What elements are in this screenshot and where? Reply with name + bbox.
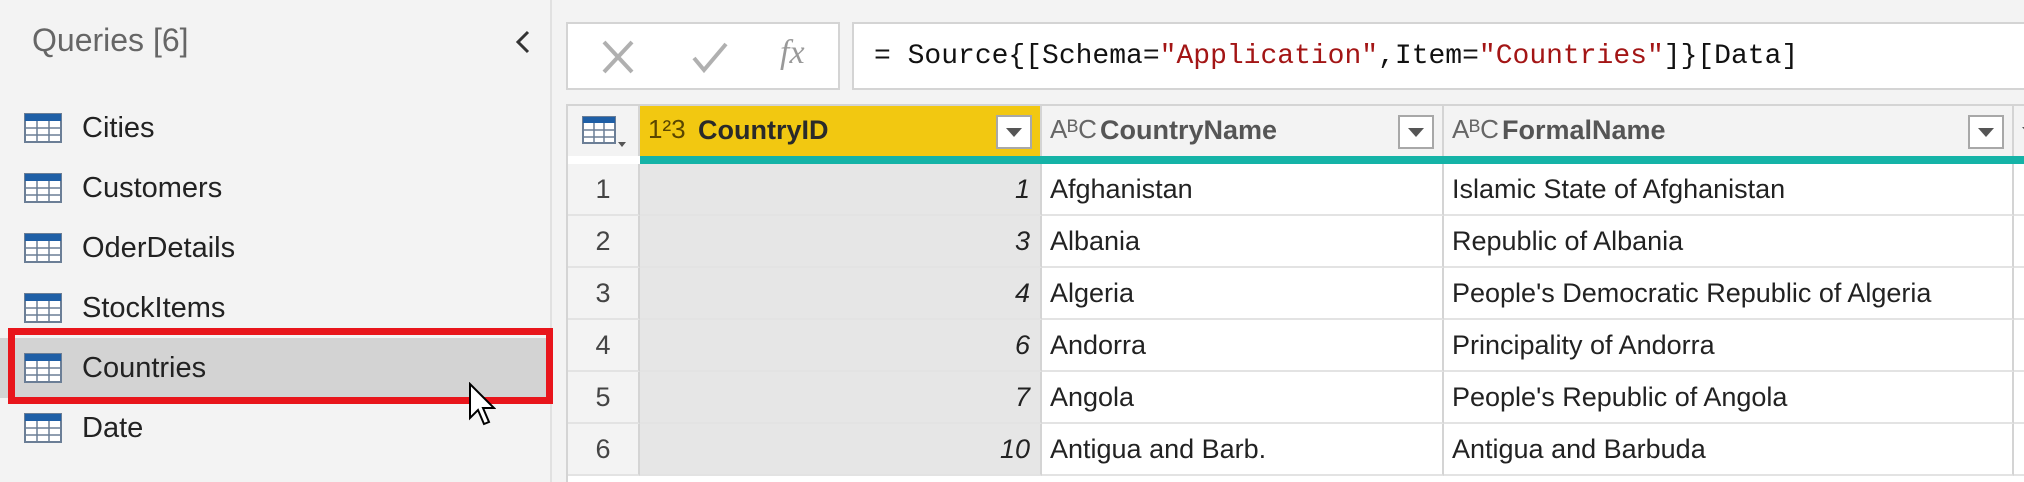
row-number[interactable]: 1 <box>568 164 640 216</box>
cell-formalname[interactable]: Principality of Andorra <box>1444 320 2014 372</box>
column-header-formalname[interactable]: AᴮC FormalName <box>1444 106 2014 156</box>
cell-next[interactable] <box>2014 372 2024 424</box>
cell-next[interactable] <box>2014 216 2024 268</box>
formula-suffix: ]}[Data] <box>1663 41 1799 72</box>
queries-title: Queries [6] <box>32 22 189 58</box>
cell-formalname[interactable]: Islamic State of Afghanistan <box>1444 164 2014 216</box>
column-header-next[interactable] <box>2014 106 2024 156</box>
cell-countryid[interactable]: 4 <box>640 268 1042 320</box>
cell-formalname[interactable]: People's Republic of Angola <box>1444 372 2014 424</box>
data-grid: 1²3 CountryID AᴮC CountryName AᴮC Formal… <box>566 104 2024 482</box>
query-item-oderdetails[interactable]: OderDetails <box>0 218 552 278</box>
column-quality-bar <box>640 156 2024 164</box>
formula-prefix: = Source{[Schema= <box>874 41 1160 72</box>
cell-countryid[interactable]: 6 <box>640 320 1042 372</box>
chevron-down-icon <box>2022 127 2024 130</box>
cell-formalname[interactable]: Republic of Albania <box>1444 216 2014 268</box>
cell-countryid[interactable]: 1 <box>640 164 1042 216</box>
query-label: OderDetails <box>82 231 236 264</box>
cell-next[interactable] <box>2014 268 2024 320</box>
power-query-editor: Queries [6] Cities Customers OderDetails… <box>0 0 2024 482</box>
filter-dropdown-button[interactable] <box>996 115 1032 149</box>
cell-countryname[interactable]: Angola <box>1042 372 1444 424</box>
cell-countryname[interactable]: Antigua and Barb. <box>1042 424 1444 476</box>
query-item-cities[interactable]: Cities <box>0 98 552 158</box>
table-menu-icon <box>582 116 626 147</box>
cell-countryname[interactable]: Albania <box>1042 216 1444 268</box>
formula-mid: ,Item= <box>1378 41 1479 72</box>
cell-formalname[interactable]: People's Democratic Republic of Algeria <box>1444 268 2014 320</box>
chevron-down-icon <box>1408 128 1424 137</box>
row-number[interactable]: 2 <box>568 216 640 268</box>
cell-countryid[interactable]: 7 <box>640 372 1042 424</box>
table-menu-button[interactable] <box>568 106 640 156</box>
column-name: CountryID <box>698 115 829 145</box>
row-number[interactable]: 6 <box>568 424 640 476</box>
cell-countryname[interactable]: Algeria <box>1042 268 1444 320</box>
cell-countryname[interactable]: Afghanistan <box>1042 164 1444 216</box>
text-type-icon[interactable]: AᴮC <box>1452 114 1499 145</box>
column-name: FormalName <box>1502 115 1666 145</box>
cell-countryname[interactable]: Andorra <box>1042 320 1444 372</box>
table-icon <box>24 173 62 203</box>
table-icon <box>24 293 62 323</box>
row-number[interactable]: 5 <box>568 372 640 424</box>
queries-pane: Queries [6] Cities Customers OderDetails… <box>0 0 553 482</box>
chevron-down-icon <box>1006 128 1022 137</box>
column-header-countryname[interactable]: AᴮC CountryName <box>1042 106 1444 156</box>
row-number[interactable]: 4 <box>568 320 640 372</box>
formula-input[interactable]: = Source{[Schema="Application",Item="Cou… <box>852 22 2024 90</box>
query-item-customers[interactable]: Customers <box>0 158 552 218</box>
check-icon[interactable] <box>690 40 730 76</box>
cell-countryid[interactable]: 3 <box>640 216 1042 268</box>
cell-next[interactable] <box>2014 164 2024 216</box>
formula-buttons: fx <box>566 22 840 90</box>
cell-formalname[interactable]: Antigua and Barbuda <box>1444 424 2014 476</box>
collapse-pane-icon[interactable] <box>508 26 540 58</box>
table-icon <box>24 113 62 143</box>
column-name: CountryName <box>1100 115 1278 145</box>
text-type-icon[interactable]: AᴮC <box>1050 114 1097 145</box>
formula-schema: "Application" <box>1159 41 1379 72</box>
chevron-down-icon <box>1978 128 1994 137</box>
query-label: StockItems <box>82 291 226 324</box>
table-icon <box>24 413 62 443</box>
cell-next[interactable] <box>2014 424 2024 476</box>
formula-item: "Countries" <box>1478 41 1664 72</box>
fx-icon[interactable]: fx <box>780 34 805 72</box>
cell-countryid[interactable]: 10 <box>640 424 1042 476</box>
query-label: Date <box>82 411 144 444</box>
column-header-countryid[interactable]: 1²3 CountryID <box>640 106 1042 156</box>
filter-dropdown-button[interactable] <box>1398 115 1434 149</box>
cell-next[interactable] <box>2014 320 2024 372</box>
table-icon <box>24 233 62 263</box>
mouse-pointer-icon <box>469 382 496 426</box>
row-number[interactable]: 3 <box>568 268 640 320</box>
cancel-icon[interactable] <box>598 40 638 76</box>
whole-number-type-icon[interactable]: 1²3 <box>648 114 686 145</box>
query-label: Cities <box>82 111 155 144</box>
filter-dropdown-button[interactable] <box>1968 115 2004 149</box>
query-label: Customers <box>82 171 223 204</box>
